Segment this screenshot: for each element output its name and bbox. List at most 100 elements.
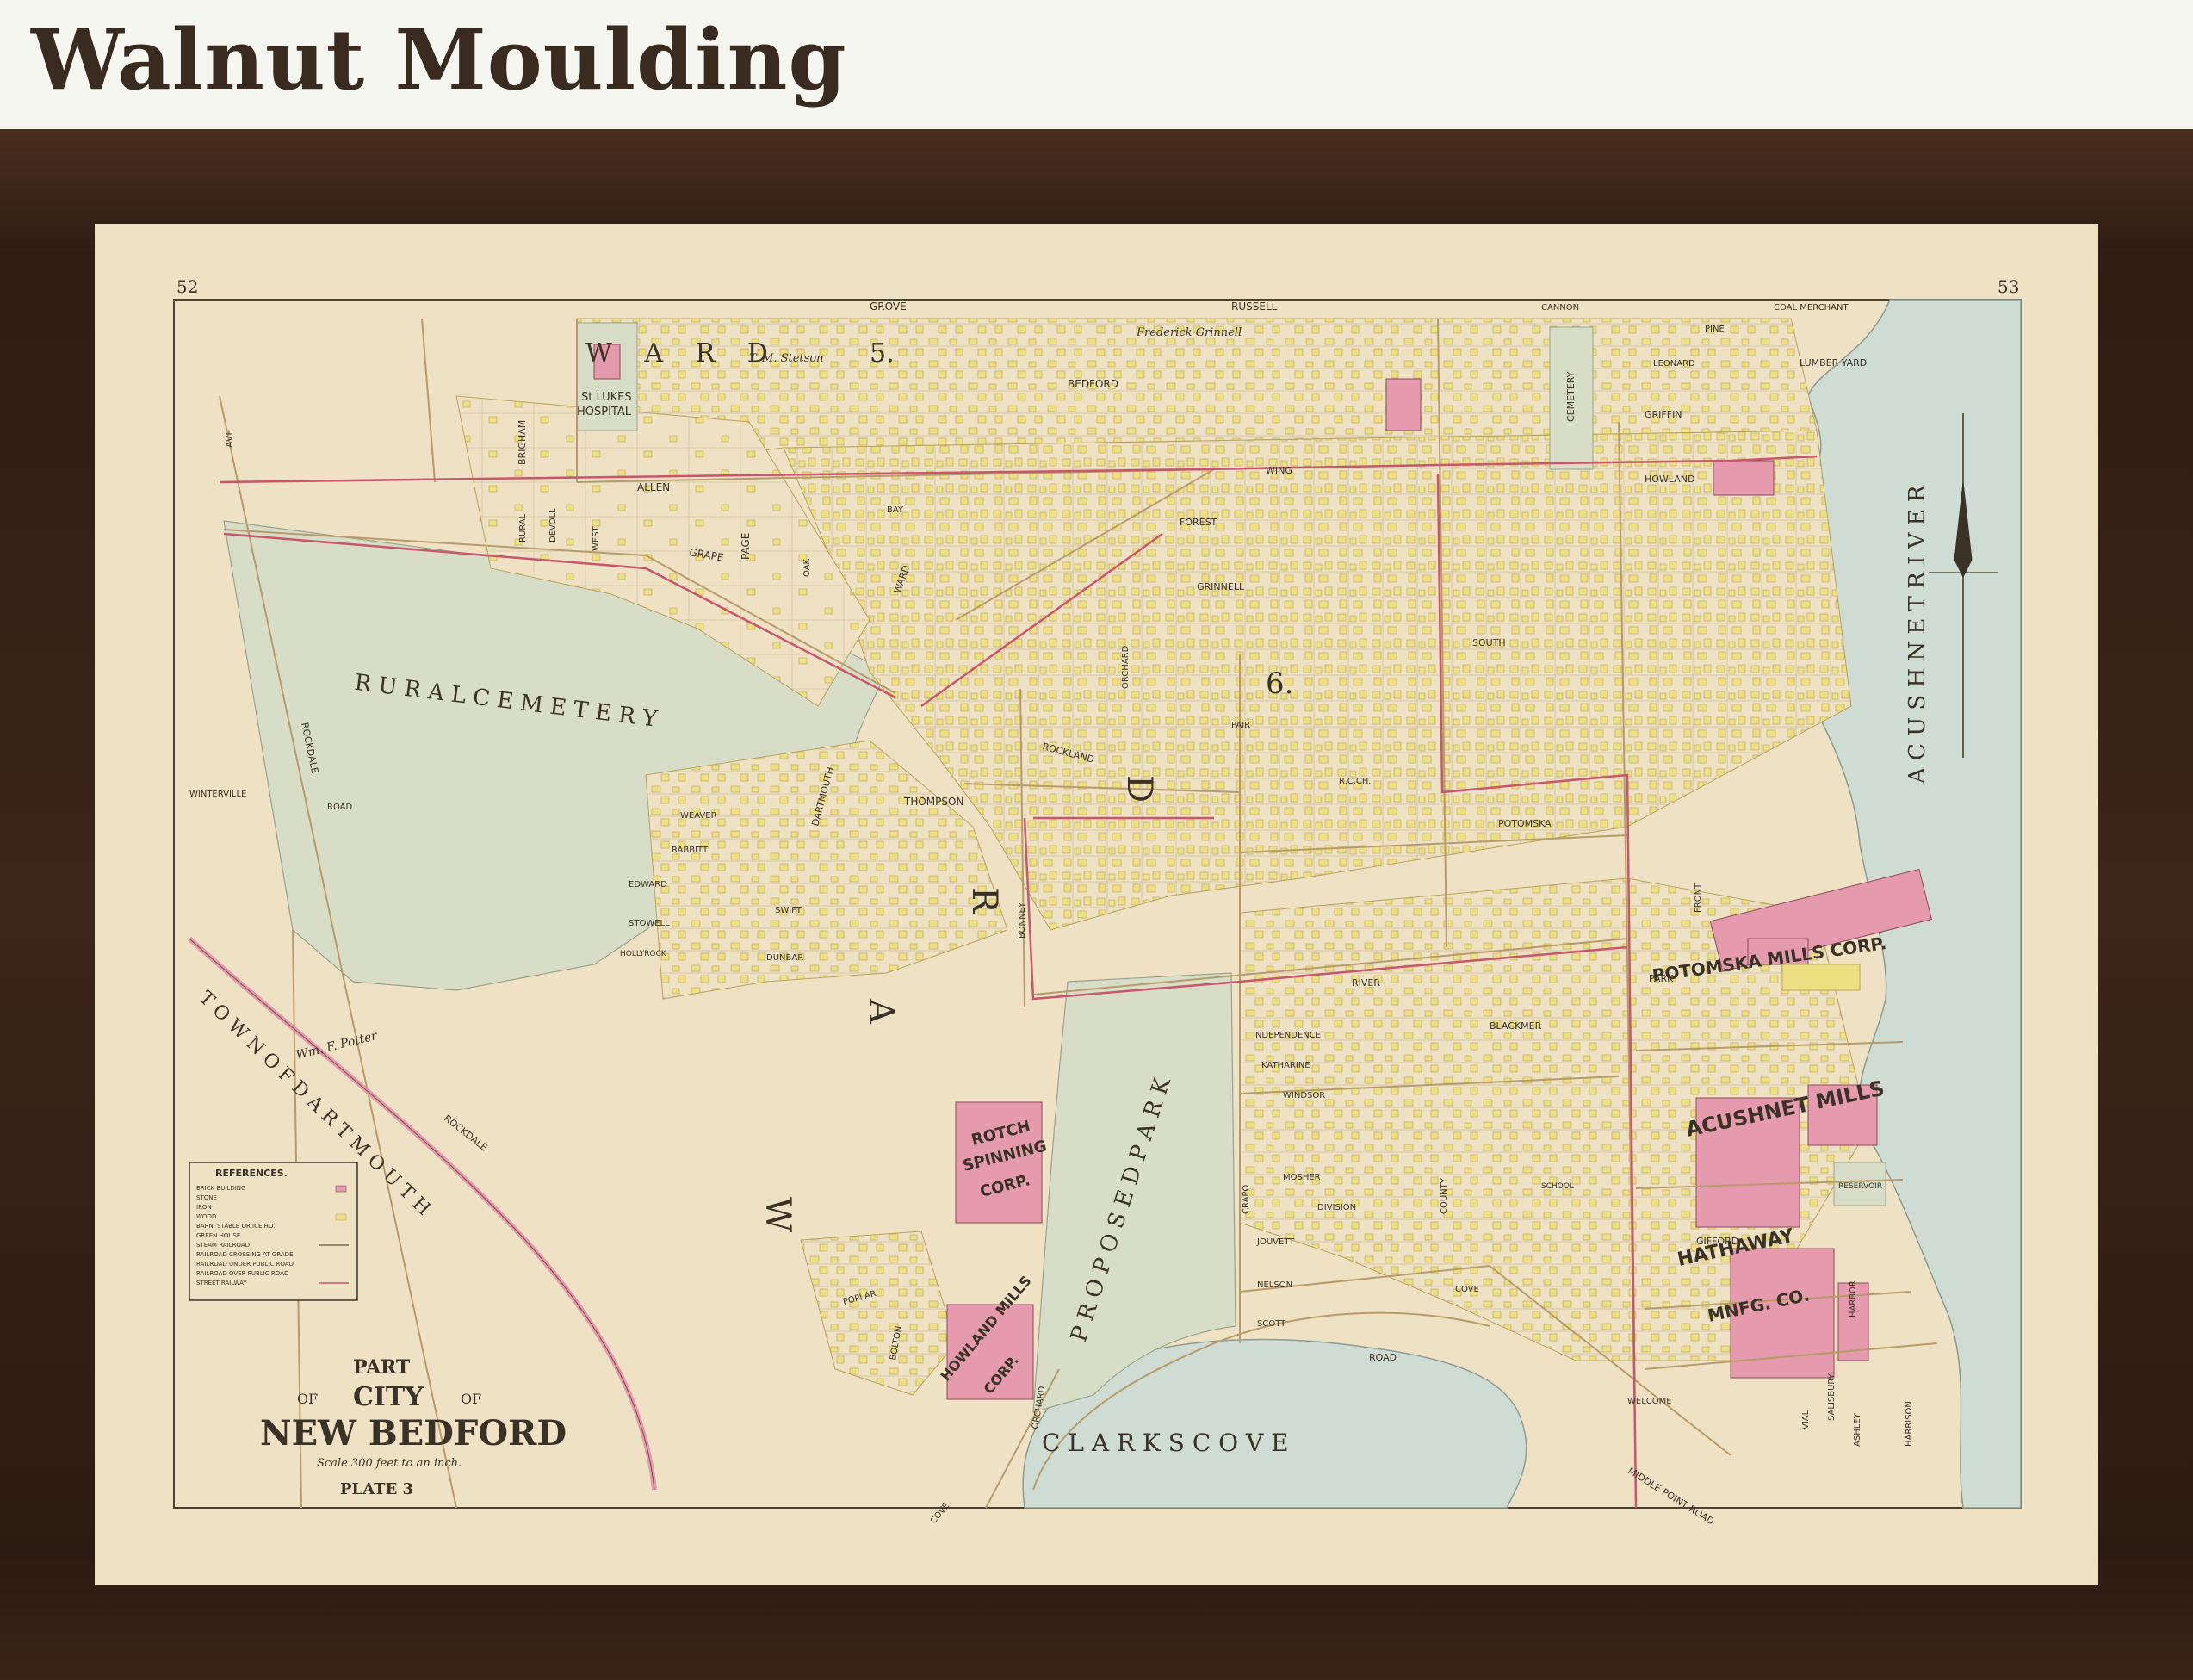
street-crapo: CRAPO: [1242, 1185, 1251, 1214]
title-new-bedford: NEW BEDFORD: [260, 1413, 567, 1454]
street-allen: ALLEN: [637, 481, 670, 493]
street-scott: SCOTT: [1257, 1319, 1286, 1329]
street-devoll: DEVOLL: [548, 508, 558, 542]
legend-item: WOOD: [196, 1213, 216, 1220]
street-county: COUNTY: [1440, 1177, 1449, 1214]
street-pine: PINE: [1705, 325, 1725, 334]
street-russell: RUSSELL: [1231, 301, 1278, 313]
center-brick: [1385, 378, 1422, 431]
street-edward: EDWARD: [629, 880, 667, 890]
street-orchard: ORCHARD: [1121, 645, 1131, 689]
coal-merchant-label: COAL MERCHANT: [1774, 303, 1849, 313]
acushnet-river-label: A C U S H N E T R I V E R: [1905, 484, 1930, 784]
street-windsor: WINDSOR: [1283, 1091, 1325, 1100]
mat: 52 53 W A R D 5. 6. W A R D R U R A L C …: [95, 224, 2098, 1585]
street-dunbar: DUNBAR: [766, 953, 803, 963]
ward6-number: 6.: [1266, 666, 1293, 701]
legend-item: STONE: [196, 1194, 217, 1201]
street-nelson: NELSON: [1257, 1280, 1292, 1290]
references-legend: REFERENCES. BRICK BUILDING STONE IRON WO…: [189, 1162, 358, 1301]
street-weaver: WEAVER: [680, 811, 717, 821]
street-forest: FOREST: [1180, 517, 1217, 528]
ward-vertical-r: R: [964, 887, 1004, 914]
street-griffin: GRIFFIN: [1645, 409, 1682, 420]
map[interactable]: 52 53 W A R D 5. 6. W A R D R U R A L C …: [95, 224, 2098, 1585]
street-park: PARK: [1649, 973, 1674, 984]
street-cove: COVE: [1455, 1285, 1479, 1294]
street-cannon: CANNON: [1541, 303, 1579, 313]
street-jouvett: JOUVETT: [1256, 1237, 1295, 1247]
street-winterville: WINTERVILLE: [189, 790, 246, 799]
street-hollyrock: HOLLYROCK: [620, 950, 667, 958]
rc-church-label: R.C.CH.: [1339, 777, 1371, 786]
street-independence: INDEPENDENCE: [1253, 1031, 1321, 1040]
ward5-number: 5.: [870, 338, 895, 369]
title-plate: PLATE 3: [340, 1480, 413, 1498]
street-harrison: HARRISON: [1905, 1401, 1914, 1447]
street-oak: OAK: [802, 558, 812, 577]
street-thompson: THOMPSON: [903, 796, 963, 808]
street-division: DIVISION: [1317, 1203, 1356, 1212]
legend-item: RAILROAD CROSSING AT GRADE: [196, 1251, 293, 1258]
street-pair: PAIR: [1231, 721, 1250, 730]
street-bedford: BEDFORD: [1068, 378, 1118, 390]
ward-vertical-a: A: [861, 998, 901, 1025]
page-title: Walnut Moulding: [31, 11, 847, 108]
ward-vertical-w: W: [758, 1197, 797, 1232]
stetson-label: T. M. Stetson: [749, 352, 824, 365]
street-south: SOUTH: [1472, 637, 1506, 648]
street-leonard: LEONARD: [1653, 359, 1695, 369]
page-number-left: 52: [177, 276, 198, 297]
page-number-right: 53: [1998, 276, 2019, 297]
legend-item: STREET RAILWAY: [196, 1280, 247, 1286]
street-road: ROAD: [1369, 1352, 1397, 1363]
hospital-label: HOSPITAL: [577, 406, 632, 418]
legend-item: RAILROAD OVER PUBLIC ROAD: [196, 1270, 288, 1277]
legend-item: BRICK BUILDING: [196, 1185, 245, 1192]
street-rabbitt: RABBITT: [672, 846, 709, 855]
street-howland: HOWLAND: [1645, 474, 1694, 485]
street-road-winterville: ROAD: [327, 803, 352, 812]
street-front: FRONT: [1694, 883, 1703, 913]
legend-item: BARN, STABLE OR ICE HO.: [196, 1223, 275, 1230]
legend-item: GREEN HOUSE: [196, 1232, 240, 1239]
reservoir-label: RESERVOIR: [1838, 1182, 1882, 1191]
street-vial: VIAL: [1801, 1410, 1811, 1429]
legend-item: STEAM RAILROAD: [196, 1242, 250, 1249]
street-swift: SWIFT: [775, 906, 802, 915]
street-welcome: WELCOME: [1627, 1397, 1672, 1406]
school-label: SCHOOL: [1541, 1182, 1574, 1191]
lumber-yard-label: LUMBER YARD: [1800, 357, 1867, 369]
street-rural: RURAL: [518, 513, 528, 542]
walnut-frame: 52 53 W A R D 5. 6. W A R D R U R A L C …: [0, 129, 2193, 1680]
street-harbor: HARBOR: [1849, 1280, 1858, 1317]
street-bonney: BONNEY: [1018, 902, 1027, 939]
street-page: PAGE: [740, 533, 752, 560]
legend-title: REFERENCES.: [215, 1168, 288, 1179]
mt-washington-mill: [1713, 460, 1775, 496]
title-scale: Scale 300 feet to an inch.: [317, 1457, 462, 1470]
legend-item: IRON: [196, 1204, 212, 1211]
street-bay: BAY: [887, 505, 904, 515]
header: Walnut Moulding: [0, 0, 2193, 129]
street-stowell: STOWELL: [629, 919, 670, 928]
street-katharine: KATHARINE: [1261, 1061, 1310, 1070]
grinnell-label: Frederick Grinnell: [1136, 326, 1242, 339]
title-part: PART: [353, 1356, 411, 1379]
title-of-right: OF: [461, 1391, 481, 1407]
street-grinnell: GRINNELL: [1197, 581, 1245, 592]
street-ashley: ASHLEY: [1853, 1412, 1862, 1447]
cemetery-label: CEMETERY: [1565, 371, 1577, 422]
street-ave: AVE: [224, 430, 235, 448]
clarks-cove-label: C L A R K S C O V E: [1042, 1429, 1289, 1457]
street-blackmer: BLACKMER: [1490, 1020, 1542, 1032]
street-brigham: BRIGHAM: [517, 420, 528, 465]
legend-item: RAILROAD UNDER PUBLIC ROAD: [196, 1261, 294, 1268]
street-river: RIVER: [1352, 977, 1380, 989]
street-potomska: POTOMSKA: [1498, 818, 1552, 829]
street-gifford: GIFFORD: [1696, 1236, 1738, 1247]
title-of-left: OF: [297, 1391, 318, 1407]
street-salisbury: SALISBURY: [1827, 1373, 1837, 1421]
street-wing: WING: [1266, 465, 1292, 476]
street-mosher: MOSHER: [1283, 1173, 1321, 1182]
